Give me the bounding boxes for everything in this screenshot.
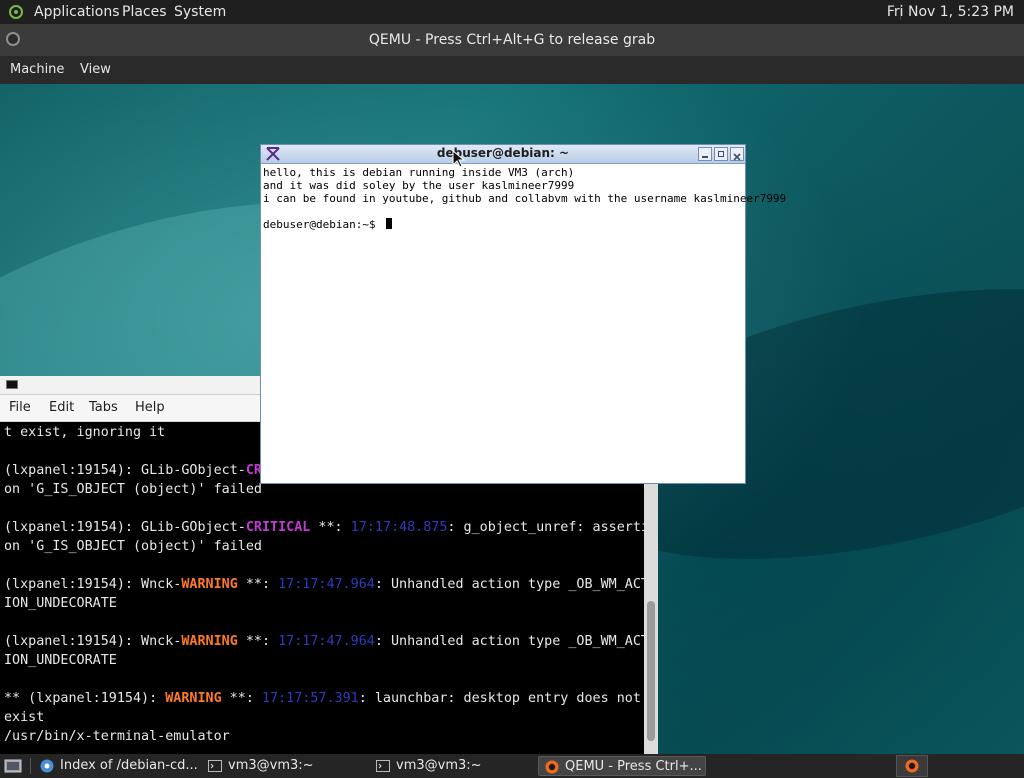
log-text: **: [310,520,351,535]
qemu-titlebar[interactable]: QEMU - Press Ctrl+Alt+G to release grab [0,24,1024,56]
menu-tabs[interactable]: Tabs [89,400,118,415]
log-text: (lxpanel:19154): Wnck- [4,577,182,592]
menu-system[interactable]: System [174,4,226,20]
xterm-line: hello, this is debian running inside VM3… [263,166,575,179]
log-text: /usr/bin/x-terminal-emulator [4,729,230,744]
log-text: : g_object_unref: asserti [447,520,649,535]
terminal-icon [376,760,390,772]
applications-icon[interactable] [8,4,24,20]
log-text: : Unhandled action type _OB_WM_ACT [374,577,649,592]
task-label: QEMU - Press Ctrl+... [565,759,702,774]
log-text: ION_UNDECORATE [4,653,117,668]
log-text: (lxpanel:19154): GLib-GObject- [4,463,246,478]
terminal-line: ION_UNDECORATE [4,594,644,613]
qemu-icon [905,759,919,773]
scrollbar-thumb[interactable] [647,601,655,741]
xterm-line: i can be found in youtube, github and co… [263,192,787,205]
log-time: 17:17:48.875 [350,520,448,535]
xterm-window[interactable]: debuser@debian: ~ hello, this is debian … [260,144,786,484]
xterm-content[interactable]: hello, this is debian running inside VM3… [263,166,786,231]
mouse-pointer-icon [452,150,466,168]
qemu-menubar: Machine View [0,56,1024,84]
terminal-icon [208,760,222,772]
log-text: : Unhandled action type _OB_WM_ACT [374,634,649,649]
log-text: ** (lxpanel:19154): [4,691,166,706]
terminal-icon [6,380,18,389]
terminal-line: (lxpanel:19154): GLib-GObject-CRITICAL *… [4,518,649,537]
task-index-debian-cd[interactable]: Index of /debian-cd... [34,756,200,776]
minimize-button[interactable] [698,147,712,161]
menu-file[interactable]: File [9,400,31,415]
task-label: vm3@vm3:~ [228,758,314,773]
task-vm3-terminal-2[interactable]: vm3@vm3:~ [370,756,536,776]
menu-machine[interactable]: Machine [10,62,64,77]
clock[interactable]: Fri Nov 1, 5:23 PM [887,4,1014,20]
task-vm3-terminal-1[interactable]: vm3@vm3:~ [202,756,368,776]
log-time: 17:17:47.964 [278,577,375,592]
menu-edit[interactable]: Edit [49,400,74,415]
show-desktop-icon[interactable] [4,758,22,774]
log-text: ION_UNDECORATE [4,596,117,611]
menu-help[interactable]: Help [135,400,165,415]
xterm-line: and it was did soley by the user kaslmin… [263,179,575,192]
chromium-icon [40,759,54,773]
log-text: **: [221,691,262,706]
log-time: 17:17:47.964 [278,634,375,649]
terminal-line: exist [4,708,644,727]
task-label: vm3@vm3:~ [396,758,482,773]
log-text: on 'G_IS_OBJECT (object)' failed [4,482,262,497]
log-text: : launchbar: desktop entry does not [358,691,641,706]
maximize-button[interactable] [714,147,728,161]
terminal-line: on 'G_IS_OBJECT (object)' failed [4,537,644,556]
taskbar-separator [30,758,31,774]
terminal-line: (lxpanel:19154): Wnck-WARNING **: 17:17:… [4,632,649,651]
task-qemu[interactable]: QEMU - Press Ctrl+... [538,756,706,776]
xterm-titlebar[interactable]: debuser@debian: ~ [261,145,745,164]
text-cursor [386,218,393,229]
log-text: on 'G_IS_OBJECT (object)' failed [4,539,262,554]
log-text: exist [4,710,45,725]
log-warning: WARNING [165,691,222,706]
menu-places[interactable]: Places [122,4,167,20]
terminal-line: (lxpanel:19154): Wnck-WARNING **: 17:17:… [4,575,649,594]
terminal-line: ** (lxpanel:19154): WARNING **: 17:17:57… [4,689,644,708]
terminal-line: /usr/bin/x-terminal-emulator [4,727,644,746]
log-warning: WARNING [181,634,238,649]
top-panel: Applications Places System Fri Nov 1, 5:… [0,0,1024,24]
log-text: (lxpanel:19154): Wnck- [4,634,182,649]
log-time: 17:17:57.391 [262,691,359,706]
task-label: Index of /debian-cd... [60,758,198,773]
close-icon [733,153,741,161]
log-text: **: [237,577,279,592]
log-text: **: [237,634,279,649]
log-critical: CRITICAL [245,520,311,535]
qemu-icon [545,760,559,774]
terminal-line: ION_UNDECORATE [4,651,644,670]
close-button[interactable] [730,147,744,161]
menu-view[interactable]: View [80,62,111,77]
tray-qemu-button[interactable] [896,755,928,777]
shell-prompt: debuser@debian:~$ [263,218,383,231]
xterm-window-title: debuser@debian: ~ [436,146,570,160]
log-text: t exist, ignoring it [4,425,166,440]
log-text: (lxpanel:19154): GLib-GObject- [4,520,246,535]
log-warning: WARNING [181,577,238,592]
taskbar: Index of /debian-cd... vm3@vm3:~ vm3@vm3… [0,754,1024,778]
qemu-window-title: QEMU - Press Ctrl+Alt+G to release grab [368,32,656,48]
menu-applications[interactable]: Applications [34,4,120,20]
